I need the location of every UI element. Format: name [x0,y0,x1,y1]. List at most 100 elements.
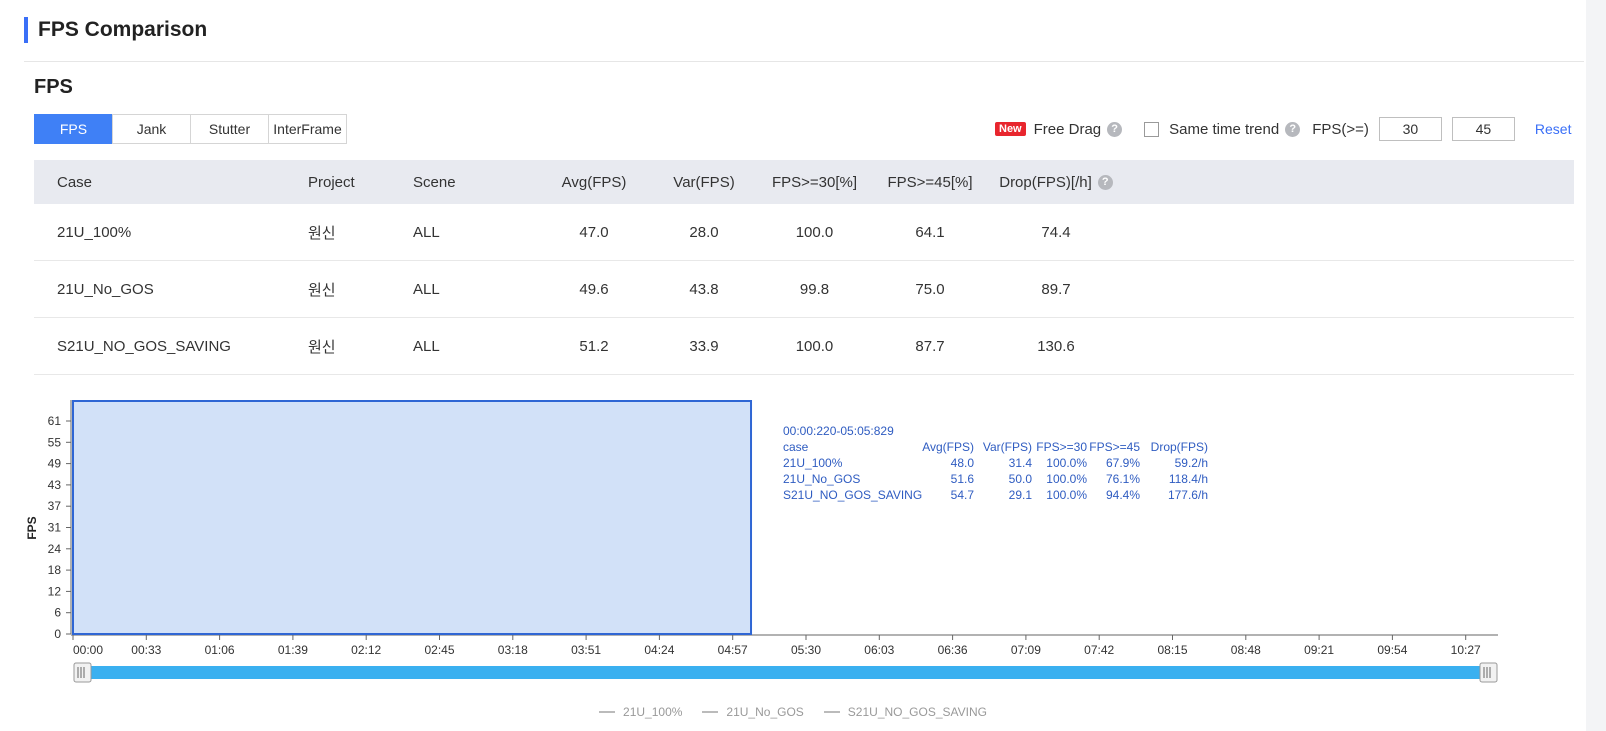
header-var-fps[interactable]: Var(FPS) [654,160,754,204]
tooltip-header-avg: Avg(FPS) [922,440,974,454]
x-tick-label: 01:39 [278,643,308,657]
cell-avg-fps: 47.0 [579,223,609,241]
y-tick-label: 37 [48,499,62,513]
tooltip-header-p45: FPS>=45 [1089,440,1140,454]
cell-var-fps: 33.9 [689,337,719,355]
tab-jank[interactable]: Jank [112,114,191,144]
tooltip-row: 21U_100% 48.0 31.4 100.0% 67.9% 59.2/h [783,455,1208,471]
chart-tooltip: 00:00:220-05:05:829 case Avg(FPS) Var(FP… [783,423,1208,503]
fps-threshold-input-1[interactable] [1378,117,1442,141]
zoom-slider-right-handle [1479,662,1498,683]
tooltip-p45: 67.9% [1105,456,1140,470]
x-tick-label: 01:06 [205,643,235,657]
y-tick-label: 61 [48,414,62,428]
drop-help-icon[interactable]: ? [1097,174,1113,190]
tooltip-drop: 59.2/h [1174,456,1208,470]
legend-item[interactable]: S21U_NO_GOS_SAVING [823,705,987,719]
cell-scene: ALL [413,223,440,241]
zoom-slider-track [84,666,1484,679]
table-row[interactable]: 21U_100% 원신 ALL 47.0 28.0 100.0 64.1 74.… [34,204,1574,261]
header-fps-45[interactable]: FPS>=45[%] [874,160,986,204]
tab-stutter[interactable]: Stutter [190,114,269,144]
tooltip-case: S21U_NO_GOS_SAVING [783,488,923,502]
x-tick-label: 09:54 [1377,643,1407,657]
cell-var-fps: 43.8 [689,280,719,298]
tooltip-p45: 94.4% [1105,488,1140,502]
tooltip-var: 50.0 [1008,472,1032,486]
table-row[interactable]: S21U_NO_GOS_SAVING 원신 ALL 51.2 33.9 100.… [34,318,1574,375]
cell-avg-fps: 51.2 [579,337,609,355]
tooltip-range: 00:00:220-05:05:829 [783,424,894,438]
cell-drop-fps: 74.4 [1041,223,1071,241]
legend-item[interactable]: 21U_No_GOS [702,705,804,719]
tooltip-header-drop: Drop(FPS) [1150,440,1208,454]
cell-scene: ALL [413,337,440,355]
legend-label: S21U_NO_GOS_SAVING [847,705,987,719]
y-tick-label: 55 [48,435,62,449]
free-drag-toggle[interactable]: Free Drag [1034,121,1102,138]
legend-label: 21U_No_GOS [726,705,804,719]
header-accent-bar [24,17,28,43]
tooltip-case: 21U_100% [783,456,843,470]
header-fps-30[interactable]: FPS>=30[%] [757,160,872,204]
cell-case: 21U_100% [57,223,132,241]
cell-fps-30: 100.0 [795,337,834,355]
x-tick-label: 04:57 [718,643,748,657]
same-time-trend-label[interactable]: Same time trend [1169,121,1279,138]
x-tick-label: 06:03 [864,643,894,657]
cell-project: 원신 [308,224,336,242]
header-avg-fps[interactable]: Avg(FPS) [534,160,654,204]
same-time-trend-help-icon[interactable]: ? [1285,121,1301,137]
section-title: FPS [34,76,73,98]
selection-area [72,400,753,635]
header-scene[interactable]: Scene [413,160,513,204]
x-tick-label: 02:12 [351,643,381,657]
y-tick-label: 31 [48,521,62,535]
tooltip-drop: 177.6/h [1167,488,1208,502]
x-tick-label: 08:15 [1157,643,1187,657]
x-tick-label: 00:00 [73,643,103,657]
free-drag-help-icon[interactable]: ? [1107,121,1123,137]
legend-line-icon [702,711,719,713]
fps-threshold-input-2[interactable] [1451,117,1515,141]
x-tick-label: 04:24 [644,643,674,657]
tooltip-avg: 48.0 [950,456,974,470]
tooltip-header-p30: FPS>=30 [1036,440,1087,454]
cell-fps-45: 75.0 [915,280,945,298]
header-case[interactable]: Case [57,160,297,204]
x-tick-label: 00:33 [131,643,161,657]
cell-fps-30: 100.0 [795,223,834,241]
cell-fps-45: 64.1 [915,223,945,241]
header-project[interactable]: Project [308,160,408,204]
tooltip-case: 21U_No_GOS [783,472,861,486]
x-tick-label: 10:27 [1451,643,1481,657]
y-tick-label: 43 [48,478,62,492]
x-tick-label: 02:45 [424,643,454,657]
tooltip-drop: 118.4/h [1168,472,1208,486]
table-row[interactable]: 21U_No_GOS 원신 ALL 49.6 43.8 99.8 75.0 89… [34,261,1574,318]
zoom-slider-left-handle [73,662,92,683]
table-header: Case Project Scene Avg(FPS) Var(FPS) FPS… [34,160,1574,204]
header-drop-label[interactable]: Drop(FPS)[/h] [999,174,1092,191]
reset-link[interactable]: Reset [1535,121,1572,137]
x-tick-label: 05:30 [791,643,821,657]
y-tick-label: 6 [54,606,61,620]
tab-interframe[interactable]: InterFrame [268,114,347,144]
tooltip-row: S21U_NO_GOS_SAVING 54.7 29.1 100.0% 94.4… [783,487,1208,503]
tooltip-p30: 100.0% [1046,456,1087,470]
cell-project: 원신 [308,338,336,356]
fps-threshold-label: FPS(>=) [1312,120,1369,138]
tooltip-p30: 100.0% [1046,472,1087,486]
x-tick-label: 03:51 [571,643,601,657]
tooltip-header-var: Var(FPS) [982,440,1032,454]
tab-fps[interactable]: FPS [34,114,113,144]
tooltip-row: 21U_No_GOS 51.6 50.0 100.0% 76.1% 118.4/… [783,471,1208,487]
header-divider [24,61,1584,62]
y-tick-label: 0 [54,627,61,641]
fps-comparison-card: FPS Comparison FPS FPS Jank Stutter Inte… [0,0,1586,731]
legend-item[interactable]: 21U_100% [599,705,682,719]
x-tick-label: 07:09 [1011,643,1041,657]
same-time-trend-checkbox[interactable] [1144,121,1160,137]
y-axis-label: FPS [25,516,39,539]
tooltip-var: 31.4 [1008,456,1032,470]
